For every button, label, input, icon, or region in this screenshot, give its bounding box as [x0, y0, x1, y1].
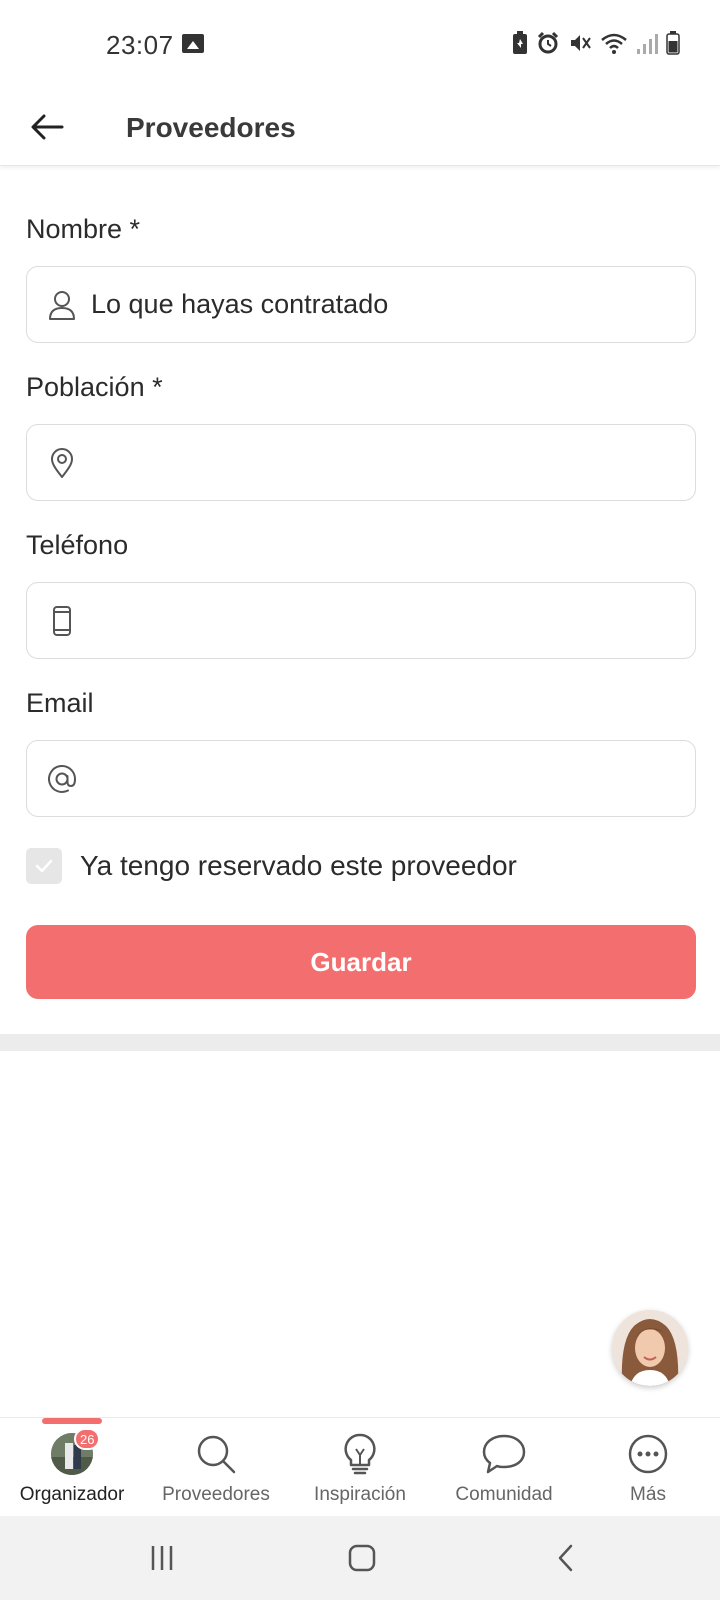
battery-icon	[666, 31, 680, 55]
recent-apps-icon	[151, 1546, 173, 1570]
nav-label: Inspiración	[314, 1484, 406, 1505]
avatar: 26	[50, 1428, 101, 1476]
status-bar: 23:07	[0, 0, 720, 90]
chevron-left-icon	[558, 1544, 573, 1572]
page-title: Proveedores	[126, 112, 296, 143]
system-back-button[interactable]	[546, 1538, 586, 1578]
mute-icon	[571, 35, 591, 51]
back-button[interactable]	[22, 102, 72, 152]
phone-field[interactable]	[26, 582, 696, 659]
nav-label: Organizador	[19, 1484, 125, 1505]
lightbulb-icon	[338, 1432, 382, 1476]
nav-label: Comunidad	[455, 1484, 553, 1505]
more-icon	[626, 1432, 670, 1476]
nav-item-comunidad[interactable]: Comunidad	[432, 1432, 576, 1506]
gallery-icon	[182, 34, 204, 53]
nav-active-indicator	[42, 1418, 102, 1424]
name-field[interactable]: Lo que hayas contratado	[26, 266, 696, 343]
home-icon	[348, 1544, 376, 1572]
nav-item-organizador[interactable]: 26 Organizador	[0, 1428, 144, 1506]
arrow-left-icon	[31, 114, 64, 140]
booked-checkbox-row[interactable]: Ya tengo reservado este proveedor	[26, 848, 517, 884]
recent-apps-button[interactable]	[142, 1538, 182, 1578]
phone-icon	[45, 604, 79, 638]
booked-checkbox[interactable]	[26, 848, 62, 884]
notification-badge: 26	[74, 1428, 101, 1450]
wifi-icon	[601, 33, 627, 54]
email-field[interactable]	[26, 740, 696, 817]
location-field[interactable]	[26, 424, 696, 501]
phone-label: Teléfono	[26, 530, 129, 560]
person-icon	[45, 288, 79, 322]
status-icons	[512, 30, 680, 56]
location-pin-icon	[45, 446, 79, 480]
nav-label: Más	[630, 1484, 666, 1505]
search-icon	[194, 1432, 238, 1476]
nav-item-proveedores[interactable]: Proveedores	[144, 1432, 288, 1506]
battery-saver-icon	[513, 31, 527, 54]
section-divider	[0, 1034, 720, 1051]
nav-label: Proveedores	[162, 1484, 270, 1505]
app-header: Proveedores	[0, 90, 720, 166]
nav-item-inspiracion[interactable]: Inspiración	[288, 1432, 432, 1506]
booked-checkbox-label: Ya tengo reservado este proveedor	[80, 850, 517, 881]
at-icon	[45, 762, 79, 796]
check-icon	[35, 859, 53, 873]
signal-icon	[637, 34, 658, 54]
home-button[interactable]	[342, 1538, 382, 1578]
chat-bubble-icon	[482, 1432, 526, 1476]
name-label: Nombre *	[26, 214, 141, 244]
assistant-avatar[interactable]	[612, 1310, 688, 1386]
email-label: Email	[26, 688, 94, 718]
nav-item-mas[interactable]: Más	[576, 1432, 720, 1506]
status-time: 23:07	[106, 30, 174, 60]
save-button[interactable]: Guardar	[26, 925, 696, 999]
system-nav-bar	[0, 1516, 720, 1600]
alarm-icon	[537, 31, 559, 54]
bottom-nav: 26 Organizador Proveedores Inspiración C…	[0, 1417, 720, 1516]
location-label: Población *	[26, 372, 163, 402]
name-value: Lo que hayas contratado	[91, 289, 389, 319]
